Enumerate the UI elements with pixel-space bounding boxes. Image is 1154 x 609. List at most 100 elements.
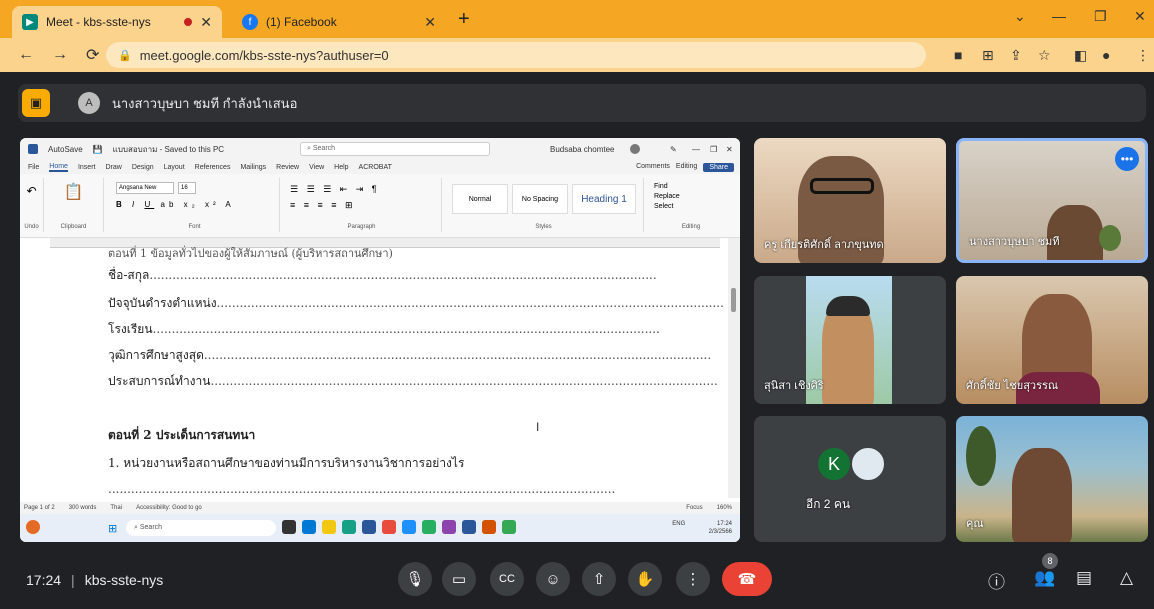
hand-icon: ✋ xyxy=(635,571,655,588)
doc-line: โรงเรียน................................… xyxy=(108,322,660,336)
people-icon[interactable]: 👥 xyxy=(1034,568,1055,588)
back-icon[interactable]: ← xyxy=(18,46,34,64)
word-ribbon: ↶ Undo 📋 Clipboard Angsana New 16 B I U … xyxy=(20,174,740,238)
restore-icon[interactable]: ❐ xyxy=(1094,8,1107,25)
word-menu-bar: File Home Insert Draw Design Layout Refe… xyxy=(20,160,740,174)
presentation-icon[interactable]: ▣ xyxy=(22,89,50,117)
tab-facebook[interactable]: f (1) Facebook ✕ xyxy=(232,6,446,38)
close-tab-icon[interactable]: ✕ xyxy=(200,14,212,31)
camera-icon: ▭ xyxy=(451,571,467,588)
close-tab-icon[interactable]: ✕ xyxy=(424,14,436,31)
forward-icon[interactable]: → xyxy=(52,46,68,64)
participant-count-badge: 8 xyxy=(1042,553,1058,569)
meet-favicon-icon: ▶ xyxy=(22,14,38,30)
word-menu-item: Insert xyxy=(77,163,96,171)
participant-tile[interactable]: ครู เกียรติศักดิ์ ลาภขุนทด xyxy=(754,138,946,263)
minimize-icon[interactable]: — xyxy=(1052,8,1066,24)
word-restore-icon: ❐ xyxy=(710,144,718,154)
others-count: อีก 2 คน xyxy=(806,497,851,511)
participant-tile-speaking[interactable]: ••• นางสาวบุษบา ชมที xyxy=(956,138,1148,263)
style-normal: Normal xyxy=(452,184,508,214)
doc-line: ตอนที่ 1 ข้อมูลทั่วไปของผู้ให้สัมภาษณ์ (… xyxy=(108,247,393,260)
activities-icon[interactable]: △ xyxy=(1120,568,1133,588)
doc-line: ชื่อ-สกุล...............................… xyxy=(108,268,657,282)
reload-icon[interactable]: ⟳ xyxy=(86,45,99,65)
meet-control-bar: 17:24 | kbs-sste-nys 🎙 ▭ CC ☺ ⇧ ✋ ⋮ ☎ ⓘ 👥 … xyxy=(0,552,1154,609)
microphone-icon: 🎙 xyxy=(405,571,425,588)
user-avatar xyxy=(630,144,640,154)
clock: 17:24 xyxy=(26,572,62,588)
tab-title: (1) Facebook xyxy=(266,15,337,29)
browser-menu-icon[interactable]: ⋮ xyxy=(1136,47,1150,64)
others-tile[interactable]: อีก 2 คน xyxy=(754,416,946,542)
tab-title: Meet - kbs-sste-nys xyxy=(46,15,151,29)
doc-section-heading: ตอนที่ 2 ประเด็นการสนทนา xyxy=(108,428,256,442)
word-title-bar: AutoSave 💾 แบบสอบถาม - Saved to this PC … xyxy=(20,138,740,160)
comments-button: Comments xyxy=(636,162,670,170)
paragraph-group: ☰ ☰ ☰ ⇤ ⇥ ¶ ≡ ≡ ≡ ≡ ⊞ Paragraph xyxy=(282,178,442,232)
select-button: Select xyxy=(654,203,674,210)
bookmark-star-icon[interactable]: ☆ xyxy=(1038,47,1051,64)
self-video xyxy=(1012,448,1072,542)
tab-search-icon[interactable]: ⌄ xyxy=(1014,8,1026,25)
clipboard-group: 📋 Clipboard xyxy=(44,178,104,232)
doc-line: วุฒิการศึกษาสูงสุด......................… xyxy=(108,348,712,362)
chat-icon[interactable]: ▤ xyxy=(1076,568,1092,588)
self-name: คุณ xyxy=(966,518,984,530)
participant-tile[interactable]: ศักดิ์ชัย ไชยสุวรรณ xyxy=(956,276,1148,404)
url-input[interactable]: 🔒 meet.google.com/kbs-sste-nys?authuser=… xyxy=(106,42,926,68)
presenter-avatar: A xyxy=(78,92,100,114)
participant-name: นางสาวบุษบา ชมที xyxy=(969,236,1060,248)
raise-hand-button[interactable]: ✋ xyxy=(628,562,662,596)
more-options-icon[interactable]: ••• xyxy=(1115,147,1139,171)
editing-group: Find Replace Select Editing xyxy=(654,183,701,230)
share-button: Share xyxy=(703,162,734,172)
window-close-icon[interactable]: ✕ xyxy=(1134,8,1146,25)
word-menu-item: View xyxy=(309,163,325,171)
word-close-icon: ✕ xyxy=(726,144,733,154)
style-no-spacing: No Spacing xyxy=(512,184,568,214)
participant-tile[interactable]: สุนิสา เชิงศิริ xyxy=(754,276,946,404)
replace-button: Replace xyxy=(654,193,680,200)
meeting-details-icon[interactable]: ⓘ xyxy=(988,568,1005,593)
tab-meet[interactable]: ▶ Meet - kbs-sste-nys ✕ xyxy=(12,6,222,38)
profile-avatar-icon[interactable]: ● xyxy=(1102,47,1110,63)
recording-dot-icon xyxy=(184,18,193,26)
system-tray: ENG 17:24 2/3/2566 xyxy=(672,521,732,535)
word-search-box: ⌕ Search xyxy=(300,142,490,156)
doc-line: ประสบการณ์ทำงาน.........................… xyxy=(108,374,718,388)
microphone-button[interactable]: 🎙 xyxy=(398,562,432,596)
new-tab-icon[interactable]: + xyxy=(458,8,470,31)
style-heading1: Heading 1 xyxy=(572,184,636,214)
meeting-info: 17:24 | kbs-sste-nys xyxy=(26,572,164,588)
more-vert-icon: ⋮ xyxy=(685,571,701,588)
more-options-button[interactable]: ⋮ xyxy=(676,562,710,596)
camera-button[interactable]: ▭ xyxy=(442,562,476,596)
emoji-icon: ☺ xyxy=(545,570,561,588)
word-menu-item: Layout xyxy=(163,163,185,171)
translate-icon[interactable]: ⊞ xyxy=(982,47,994,64)
captions-icon: CC xyxy=(499,573,515,585)
doc-line: ........................................… xyxy=(108,482,616,496)
paragraph-icons: ☰ ☰ ☰ ⇤ ⇥ ¶ xyxy=(290,184,380,194)
camera-icon[interactable]: ■ xyxy=(954,47,962,63)
share-page-icon[interactable]: ⇪ xyxy=(1010,47,1022,64)
emoji-button[interactable]: ☺ xyxy=(536,562,570,596)
captions-button[interactable]: CC xyxy=(490,562,524,596)
font-format-icons: B I U ab x₂ x² A xyxy=(116,200,235,209)
leave-call-button[interactable]: ☎ xyxy=(722,562,772,596)
present-button[interactable]: ⇧ xyxy=(582,562,616,596)
presenter-text: นางสาวบุษบา ชมที กำลังนำเสนอ xyxy=(112,95,298,111)
windows-taskbar: ⊞ ⌕ Search ENG 17:24 2/3/2566 xyxy=(20,514,740,542)
undo-group: ↶ Undo xyxy=(20,178,44,232)
align-icons: ≡ ≡ ≡ ≡ ⊞ xyxy=(290,200,356,210)
weather-icon xyxy=(26,520,40,534)
windows-start-icon: ⊞ xyxy=(108,523,118,535)
facebook-favicon-icon: f xyxy=(242,14,258,30)
meeting-code: kbs-sste-nys xyxy=(84,572,164,588)
word-menu-item: Home xyxy=(49,162,68,172)
presenting-banner: ▣ A นางสาวบุษบา ชมที กำลังนำเสนอ xyxy=(18,84,1146,122)
side-panel-icon[interactable]: ◧ xyxy=(1074,47,1087,64)
self-tile[interactable]: คุณ xyxy=(956,416,1148,542)
doc-line: ปัจจุบันดำรงตำแหน่ง.....................… xyxy=(108,296,724,310)
